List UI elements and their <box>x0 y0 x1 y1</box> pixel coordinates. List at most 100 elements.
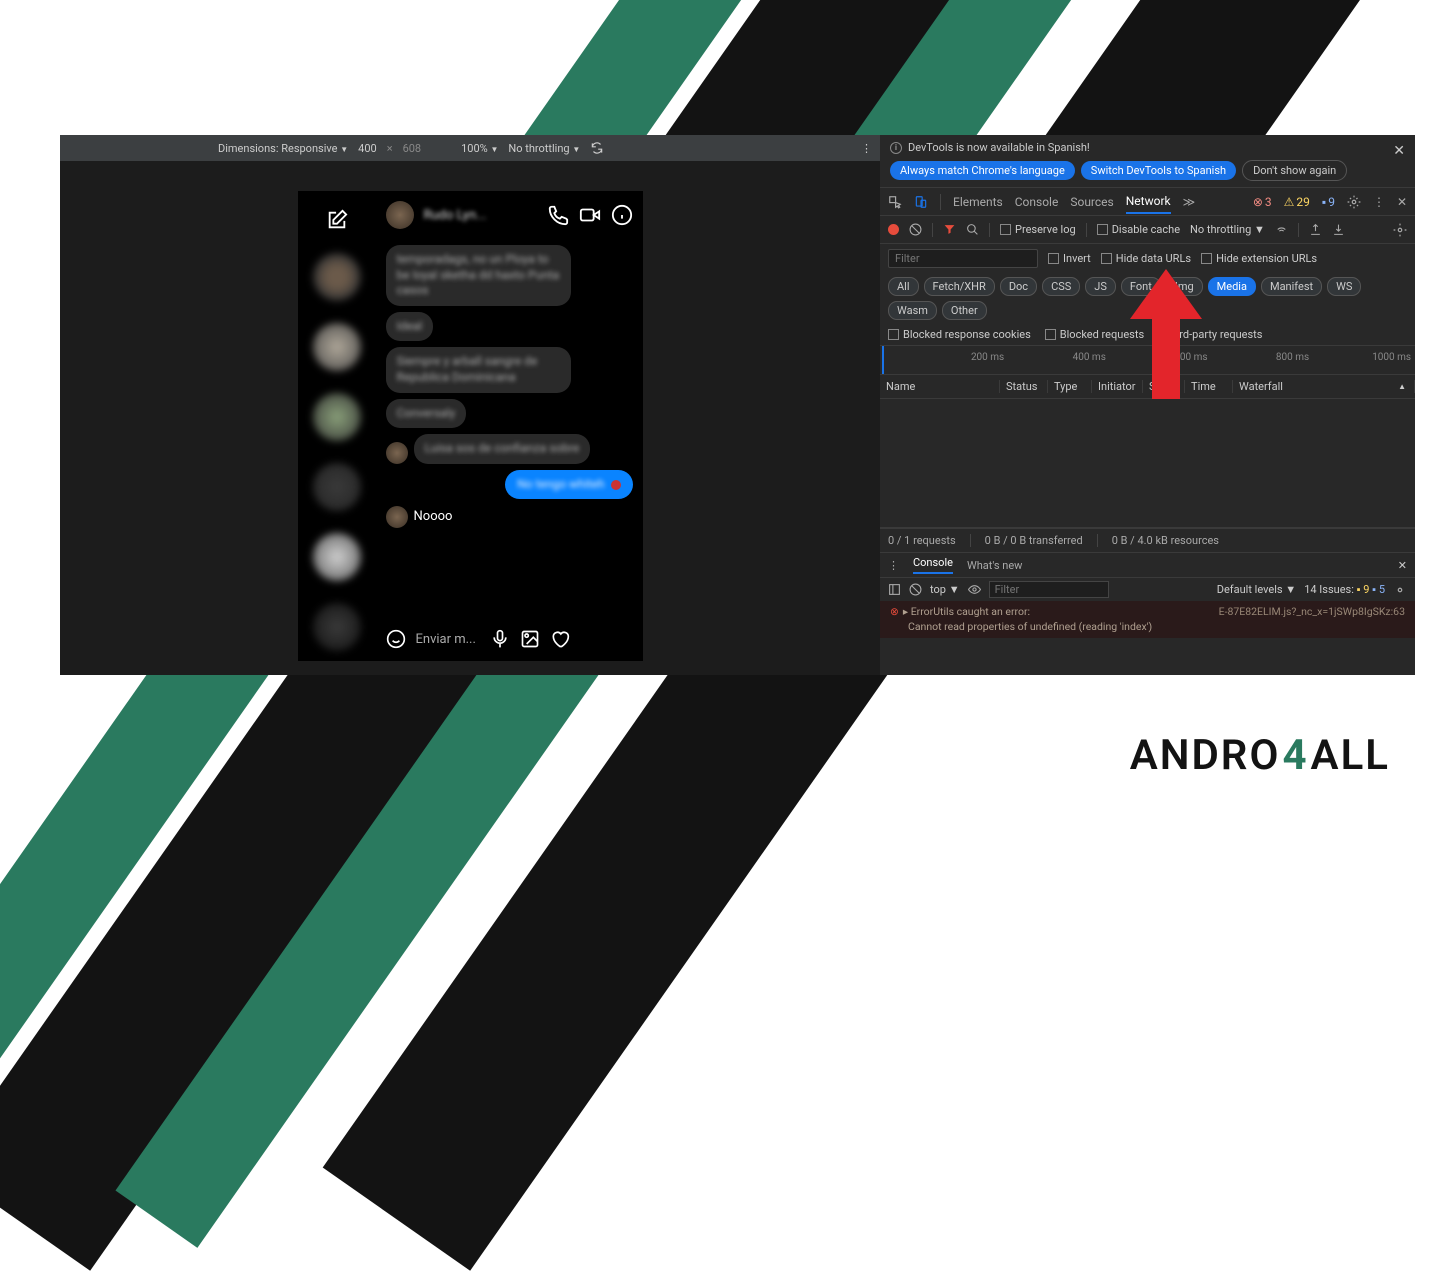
inspect-icon[interactable] <box>888 195 902 209</box>
chat-contact-name[interactable]: Rudo Lyn... <box>424 208 537 223</box>
mic-icon[interactable] <box>490 629 510 649</box>
info-count[interactable]: ▪ 9 <box>1322 195 1335 209</box>
call-icon[interactable] <box>547 204 569 226</box>
disable-cache-checkbox[interactable]: Disable cache <box>1097 223 1180 236</box>
more-tabs-icon[interactable]: ≫ <box>1183 195 1196 209</box>
rotate-icon[interactable] <box>590 141 604 155</box>
message-incoming: Luisa sos de confianza sobre <box>414 434 591 464</box>
zoom-dropdown[interactable]: 100% ▼ <box>461 142 498 155</box>
type-filter-doc[interactable]: Doc <box>1000 277 1037 296</box>
console-toolbar: top ▼ Default levels ▼ 14 Issues: ▪ 9 ▪ … <box>880 577 1415 601</box>
kebab-menu-icon[interactable]: ⋮ <box>1373 195 1385 209</box>
device-toggle-icon[interactable] <box>914 195 928 209</box>
console-output: ⊗▸ ErrorUtils caught an error:E-87E82ELI… <box>880 601 1415 638</box>
message-input[interactable]: Enviar m... <box>416 632 480 647</box>
hide-data-urls-checkbox[interactable]: Hide data URLs <box>1101 252 1191 265</box>
image-icon[interactable] <box>520 629 540 649</box>
error-count[interactable]: ⊗ 3 <box>1253 195 1272 209</box>
banner-match-button[interactable]: Always match Chrome's language <box>890 161 1075 180</box>
chat-messages: temporadags, no un Ploya to be loyal ske… <box>376 239 643 617</box>
tab-network[interactable]: Network <box>1126 190 1171 214</box>
dimension-separator: × <box>387 142 393 155</box>
issues-count[interactable]: 14 Issues: ▪ 9 ▪ 5 <box>1304 583 1385 596</box>
col-name[interactable]: Name <box>880 380 1000 393</box>
download-icon[interactable] <box>1332 223 1345 236</box>
type-filter-all[interactable]: All <box>888 277 919 296</box>
gear-icon[interactable] <box>1393 583 1407 597</box>
tab-console[interactable]: Console <box>1015 191 1059 213</box>
tab-elements[interactable]: Elements <box>953 191 1003 213</box>
devtools-banner: i DevTools is now available in Spanish! … <box>880 135 1415 188</box>
drawer-tab-console[interactable]: Console <box>913 556 953 574</box>
thread-avatar[interactable] <box>313 533 361 581</box>
error-source[interactable]: E-87E82ELIM.js?_nc_x=1jSWp8IgSKz:63 <box>1219 605 1405 620</box>
error-message: Cannot read properties of undefined (rea… <box>890 620 1405 635</box>
tab-sources[interactable]: Sources <box>1070 191 1113 213</box>
search-icon[interactable] <box>966 223 979 236</box>
info-icon[interactable] <box>611 204 633 226</box>
close-icon[interactable]: ✕ <box>1393 143 1405 159</box>
col-waterfall[interactable]: Waterfall▲ <box>1233 380 1415 393</box>
kebab-menu-icon[interactable]: ⋮ <box>888 559 899 572</box>
info-icon: i <box>890 142 902 154</box>
banner-dismiss-button[interactable]: Don't show again <box>1242 160 1347 181</box>
thread-avatar[interactable] <box>313 463 361 511</box>
message-outgoing: No tengo whiteh <box>505 470 632 500</box>
upload-icon[interactable] <box>1309 223 1322 236</box>
thread-avatar[interactable] <box>313 323 361 371</box>
type-filter-other[interactable]: Other <box>942 301 987 320</box>
sidebar-toggle-icon[interactable] <box>888 583 901 596</box>
emoji-icon[interactable] <box>386 629 406 649</box>
type-filter-css[interactable]: CSS <box>1042 277 1080 296</box>
warning-count[interactable]: ⚠ 29 <box>1284 195 1310 209</box>
type-filter-fetchxhr[interactable]: Fetch/XHR <box>924 277 995 296</box>
clear-icon[interactable] <box>909 223 922 236</box>
gear-icon[interactable] <box>1393 223 1407 237</box>
col-status[interactable]: Status <box>1000 380 1048 393</box>
blocked-cookies-checkbox[interactable]: Blocked response cookies <box>888 328 1031 341</box>
request-count: 0 / 1 requests <box>888 534 956 547</box>
preserve-log-checkbox[interactable]: Preserve log <box>1000 223 1076 236</box>
context-dropdown[interactable]: top ▼ <box>930 583 960 596</box>
filter-input[interactable] <box>888 249 1038 268</box>
type-filter-wasm[interactable]: Wasm <box>888 301 937 320</box>
type-filter-manifest[interactable]: Manifest <box>1261 277 1322 296</box>
throttling-dropdown[interactable]: No throttling ▼ <box>1190 223 1265 236</box>
dimensions-label[interactable]: Dimensions: Responsive ▼ <box>218 142 348 155</box>
levels-dropdown[interactable]: Default levels ▼ <box>1217 583 1296 596</box>
clear-console-icon[interactable] <box>909 583 922 596</box>
banner-switch-button[interactable]: Switch DevTools to Spanish <box>1081 161 1236 180</box>
chat-thread-sidebar <box>298 191 376 661</box>
timeline-tick: 400 ms <box>1073 352 1106 363</box>
thread-avatar[interactable] <box>313 603 361 651</box>
video-icon[interactable] <box>579 204 601 226</box>
hide-extension-urls-checkbox[interactable]: Hide extension URLs <box>1201 252 1317 265</box>
chat-composer: Enviar m... <box>376 617 643 661</box>
close-icon[interactable]: ✕ <box>1398 559 1407 572</box>
width-input[interactable]: 400 <box>358 142 377 155</box>
thread-avatar[interactable] <box>313 393 361 441</box>
type-filter-js[interactable]: JS <box>1085 277 1116 296</box>
close-icon[interactable]: ✕ <box>1397 195 1407 209</box>
record-button[interactable] <box>888 224 899 235</box>
brand-four: 4 <box>1282 731 1308 780</box>
chat-avatar[interactable] <box>386 201 414 229</box>
invert-checkbox[interactable]: Invert <box>1048 252 1091 265</box>
gear-icon[interactable] <box>1347 195 1361 209</box>
drawer-tab-whatsnew[interactable]: What's new <box>967 559 1022 572</box>
chat-main: Rudo Lyn... temporadags, no un Ploya to … <box>376 191 643 661</box>
throttling-dropdown[interactable]: No throttling ▼ <box>508 142 580 155</box>
thread-avatar[interactable] <box>313 253 361 301</box>
compose-icon[interactable] <box>326 209 348 231</box>
eye-icon[interactable] <box>968 583 981 596</box>
type-filter-ws[interactable]: WS <box>1327 277 1361 296</box>
wifi-icon[interactable] <box>1275 223 1288 236</box>
console-filter-input[interactable] <box>989 581 1109 598</box>
console-drawer-tabs: ⋮ Console What's new ✕ <box>880 552 1415 577</box>
col-type[interactable]: Type <box>1048 380 1092 393</box>
height-input[interactable]: 608 <box>403 142 422 155</box>
type-filter-media[interactable]: Media <box>1208 277 1256 296</box>
kebab-menu-icon[interactable]: ⋮ <box>861 142 872 155</box>
filter-icon[interactable] <box>943 223 956 236</box>
heart-icon[interactable] <box>550 629 570 649</box>
